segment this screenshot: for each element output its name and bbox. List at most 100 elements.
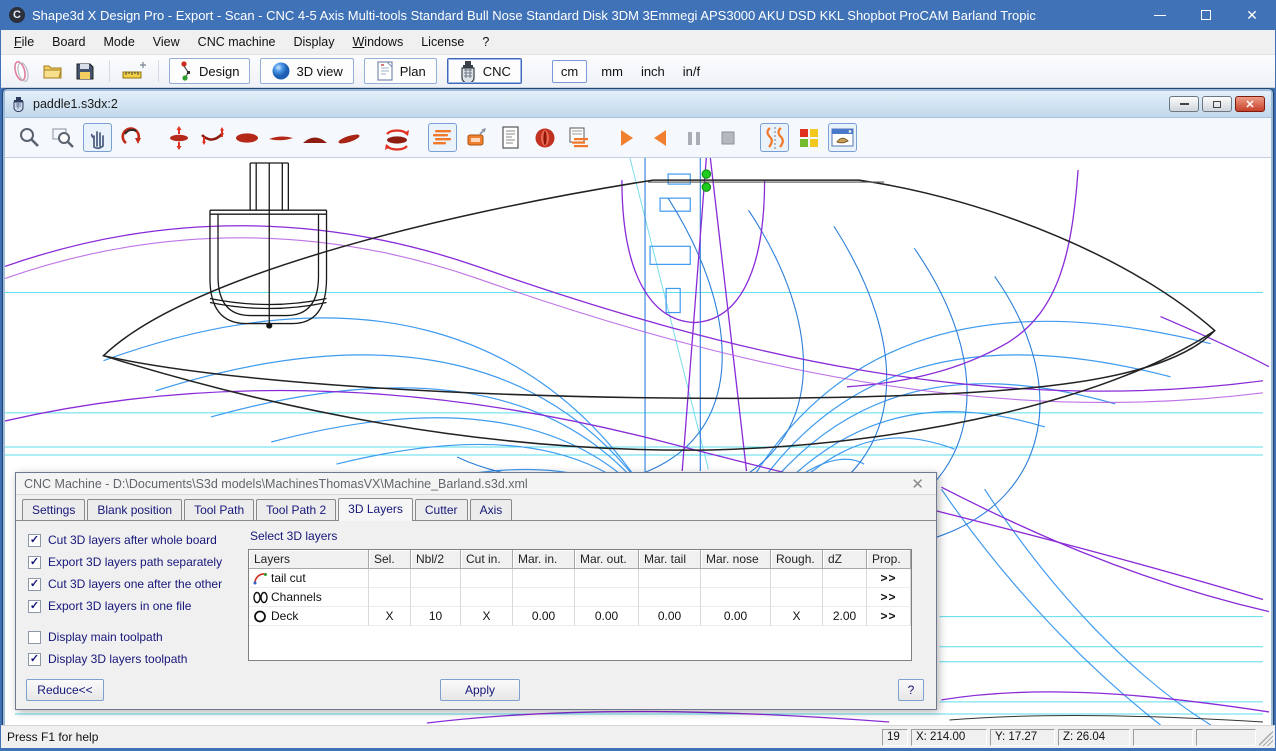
dialog-help-button[interactable]: ? [898,679,924,701]
rocker-arrows-button[interactable] [198,123,227,152]
rotate-board-button[interactable] [381,123,410,152]
pause-button[interactable] [679,123,708,152]
gcode-file-button[interactable] [496,123,525,152]
save-button[interactable] [71,58,99,84]
checkbox-icon[interactable] [28,600,41,613]
checkbox-icon[interactable] [28,556,41,569]
plan-document-icon [375,60,395,82]
reduce-button[interactable]: Reduce<< [26,679,104,701]
zoom-region-button[interactable] [49,123,78,152]
tab-tool-path[interactable]: Tool Path [184,499,254,520]
document-close-button[interactable]: ✕ [1235,96,1265,112]
menu-cnc-machine[interactable]: CNC machine [189,32,285,52]
board-outline-icon [9,59,33,83]
tab-settings[interactable]: Settings [22,499,85,520]
document-title-bar: paddle1.s3dx:2 ✕ [5,91,1271,118]
cnc-mode-button[interactable]: CNC [447,58,522,84]
main-toolbar: Design 3D view Plan CNC cm mm inch in/f [1,55,1275,88]
unit-inch[interactable]: inch [637,61,669,82]
toolpath-lines-button[interactable] [428,123,457,152]
stop-button[interactable] [713,123,742,152]
menu-board[interactable]: Board [43,32,94,52]
cnc-machine-icon [458,60,478,82]
speed-button[interactable] [530,123,559,152]
checkbox-display-3d-layers-toolpath[interactable]: Display 3D layers toolpath [28,652,246,666]
checkbox-export-one-file[interactable]: Export 3D layers in one file [28,599,246,613]
app-logo-icon: C [9,7,25,23]
table-row[interactable]: Channels >> [249,588,911,607]
unit-inf[interactable]: in/f [679,61,704,82]
play-button[interactable] [611,123,640,152]
tab-cutter[interactable]: Cutter [415,499,468,520]
dialog-close-icon[interactable]: ✕ [907,475,928,493]
table-row[interactable]: Deck X10X0.000.000.000.00X2.00 >> [249,607,911,626]
simulate-path-button[interactable] [760,123,789,152]
checkbox-icon[interactable] [28,631,41,644]
apply-button[interactable]: Apply [440,679,520,701]
thickness-view-button[interactable] [334,123,363,152]
tab-blank-position[interactable]: Blank position [87,499,182,520]
menu-help[interactable]: ? [473,32,498,52]
colors-button[interactable] [794,123,823,152]
dialog-tabstrip: Settings Blank position Tool Path Tool P… [16,495,936,521]
design-canvas[interactable]: CNC Machine - D:\Documents\S3d models\Ma… [5,158,1271,725]
table-row[interactable]: tail cut >> [249,569,911,588]
cnc-machine-dialog: CNC Machine - D:\Documents\S3d models\Ma… [15,472,937,710]
unit-mm[interactable]: mm [597,61,627,82]
status-x-coordinate: X: 214.00 [911,729,987,746]
outline-view-button[interactable] [232,123,261,152]
open-button[interactable] [39,58,67,84]
measure-button[interactable] [120,58,148,84]
checkbox-icon[interactable] [28,578,41,591]
menu-license[interactable]: License [412,32,473,52]
rotate-view-button[interactable] [117,123,146,152]
document-window: paddle1.s3dx:2 ✕ [3,89,1273,725]
title-bar: C Shape3d X Design Pro - Export - Scan -… [1,0,1275,30]
preview-window-button[interactable] [828,123,857,152]
checkbox-icon[interactable] [28,653,41,666]
tab-tool-path-2[interactable]: Tool Path 2 [256,499,336,520]
tab-3d-layers[interactable]: 3D Layers [338,498,413,521]
row-properties-button[interactable]: >> [867,569,911,588]
play-back-icon [649,127,671,149]
design-mode-button[interactable]: Design [169,58,250,84]
status-count: 19 [882,729,908,746]
menu-view[interactable]: View [144,32,189,52]
minimize-button[interactable] [1137,0,1183,30]
width-arrows-button[interactable] [164,123,193,152]
pan-button[interactable] [83,123,112,152]
profile-view-button[interactable] [266,123,295,152]
status-y-coordinate: Y: 17.27 [990,729,1055,746]
checkbox-export-separately[interactable]: Export 3D layers path separately [28,555,246,569]
rotate-board-icon [382,124,409,152]
resize-grip[interactable] [1259,729,1273,746]
tab-axis[interactable]: Axis [470,499,513,520]
export-path-button[interactable] [462,123,491,152]
play-back-button[interactable] [645,123,674,152]
dialog-title-bar[interactable]: CNC Machine - D:\Documents\S3d models\Ma… [16,473,936,495]
maximize-button[interactable] [1183,0,1229,30]
zoom-button[interactable] [15,123,44,152]
document-minimize-button[interactable] [1169,96,1199,112]
document-cnc-icon [11,96,27,112]
menu-windows[interactable]: Windows [343,32,412,52]
close-button[interactable]: ✕ [1229,0,1275,30]
zoom-region-icon [51,126,77,150]
checkbox-cut-after-whole-board[interactable]: Cut 3D layers after whole board [28,533,246,547]
menu-mode[interactable]: Mode [95,32,144,52]
checkbox-icon[interactable] [28,534,41,547]
unit-cm[interactable]: cm [552,60,587,83]
toolpath-file-button[interactable] [564,123,593,152]
checkbox-display-main-toolpath[interactable]: Display main toolpath [28,630,246,644]
row-properties-button[interactable]: >> [867,607,911,626]
document-restore-button[interactable] [1202,96,1232,112]
menu-file[interactable]: File [5,32,43,52]
row-properties-button[interactable]: >> [867,588,911,607]
slice-view-button[interactable] [300,123,329,152]
menu-display[interactable]: Display [284,32,343,52]
checkbox-cut-one-after-other[interactable]: Cut 3D layers one after the other [28,577,246,591]
new-board-button[interactable] [7,58,35,84]
channels-layer-icon [253,591,268,604]
plan-mode-button[interactable]: Plan [364,58,437,84]
3d-view-button[interactable]: 3D view [260,58,353,84]
